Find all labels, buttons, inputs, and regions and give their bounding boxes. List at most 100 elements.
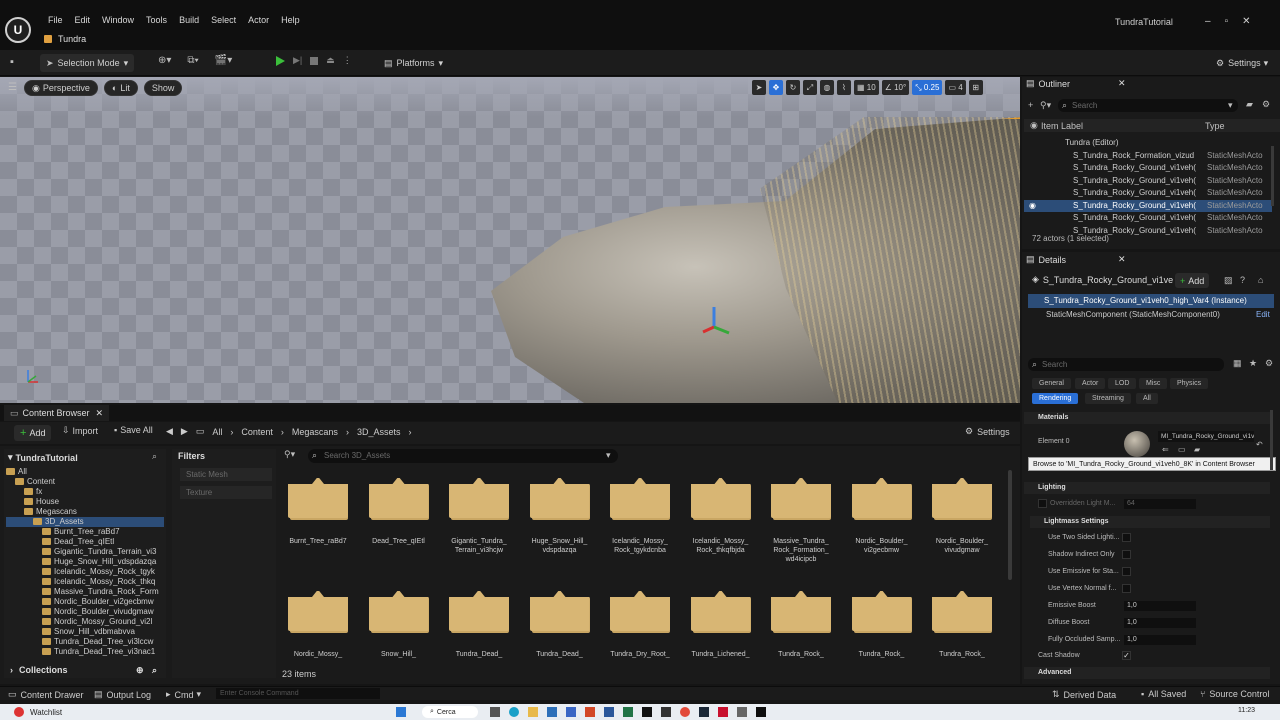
store-icon[interactable]	[566, 707, 576, 717]
lightmass-number-field[interactable]: 1,0	[1124, 601, 1196, 611]
filter-icon[interactable]: ⚲▾	[1040, 100, 1051, 111]
lightmass-number-field[interactable]: 1,0	[1124, 635, 1196, 645]
surface-snap-icon[interactable]: ⌇	[837, 80, 851, 95]
lock-icon[interactable]: ⌂	[1258, 275, 1263, 285]
platforms-dropdown[interactable]: ▤ Platforms ▾	[378, 54, 449, 72]
excel-icon[interactable]	[623, 707, 633, 717]
tree-item[interactable]: Nordic_Mossy_Ground_vi2l	[6, 617, 164, 627]
breadcrumb-all[interactable]: All	[212, 427, 222, 437]
lightmass-checkbox[interactable]	[1122, 533, 1131, 542]
tree-header[interactable]: ▾ TundraTutorial	[8, 452, 78, 463]
breadcrumb-content[interactable]: Content	[241, 427, 273, 437]
chevron-down-icon[interactable]: ▾	[1228, 100, 1233, 111]
tree-item[interactable]: Icelandic_Mossy_Rock_tgyk	[6, 567, 164, 577]
add-collection-icon[interactable]: ⊕	[136, 665, 144, 676]
output-log-button[interactable]: ▤ Output Log	[94, 689, 151, 700]
level-tab[interactable]: Tundra	[44, 34, 86, 44]
unreal-logo-icon[interactable]: U	[5, 17, 31, 43]
outliner-row[interactable]: S_Tundra_Rocky_Ground_vi1veh(StaticMeshA…	[1024, 187, 1272, 199]
folder-thumbnail[interactable]	[610, 476, 670, 520]
component-row[interactable]: StaticMeshComponent (StaticMeshComponent…	[1046, 310, 1220, 319]
edge-icon[interactable]	[509, 707, 519, 717]
tree-item[interactable]: Content	[6, 477, 164, 487]
select-tool-icon[interactable]: ➤	[752, 80, 766, 95]
folder-add-icon[interactable]: ▰	[1246, 99, 1253, 110]
camera-speed-button[interactable]: ▭ 4	[945, 80, 966, 95]
app-icon-2[interactable]	[661, 707, 671, 717]
folder-thumbnail[interactable]	[851, 589, 912, 633]
outliner-tab[interactable]: ▤ Outliner ✕	[1026, 78, 1126, 89]
tree-item[interactable]: All	[6, 467, 164, 477]
viewport-menu-icon[interactable]: ☰	[8, 82, 17, 93]
chrome-icon[interactable]	[680, 707, 690, 717]
rotate-tool-icon[interactable]: ↻	[786, 80, 800, 95]
cinematics-icon[interactable]: 🎬▾	[215, 55, 232, 66]
material-thumbnail[interactable]	[1124, 431, 1150, 457]
menu-window[interactable]: Window	[96, 15, 140, 25]
chevron-down-icon[interactable]: ▾	[606, 450, 611, 461]
menu-select[interactable]: Select	[205, 15, 242, 25]
close-icon[interactable]: ✕	[1242, 16, 1250, 27]
outliner-row[interactable]: S_Tundra_Rocky_Ground_vi1veh(StaticMeshA…	[1024, 162, 1272, 174]
grid-snap-button[interactable]: ▦ 10	[854, 80, 879, 95]
category-all[interactable]: All	[1136, 393, 1158, 404]
mail-icon[interactable]	[547, 707, 557, 717]
category-rendering[interactable]: Rendering	[1032, 393, 1079, 404]
details-tab[interactable]: ▤ Details ✕	[1026, 254, 1126, 265]
tree-item[interactable]: Dead_Tree_qIEtl	[6, 537, 164, 547]
lightmass-checkbox[interactable]	[1122, 550, 1131, 559]
tree-item[interactable]: Massive_Tundra_Rock_Form	[6, 587, 164, 597]
outliner-scrollbar[interactable]	[1271, 146, 1274, 206]
search-icon[interactable]: ⌕	[152, 451, 157, 462]
save-icon[interactable]: ▪	[10, 56, 14, 68]
show-button[interactable]: Show	[143, 80, 183, 96]
maximize-viewport-icon[interactable]: ⊞	[968, 80, 983, 95]
minimize-icon[interactable]: –	[1205, 16, 1211, 27]
collections-header[interactable]: › Collections ⊕ ⌕	[4, 662, 166, 678]
menu-actor[interactable]: Actor	[242, 15, 275, 25]
folder-thumbnail[interactable]	[771, 589, 831, 633]
tree-item[interactable]: Gigantic_Tundra_Terrain_vi3	[6, 547, 164, 557]
scale-snap-button[interactable]: ⤡ 0.25	[912, 80, 943, 95]
category-actor[interactable]: Actor	[1075, 378, 1106, 389]
tree-item[interactable]: Snow_Hill_vdbmabvva	[6, 627, 164, 637]
add-actor-icon[interactable]: ⊕▾	[158, 55, 171, 66]
filter-texture[interactable]: Texture	[180, 486, 272, 499]
rotation-snap-button[interactable]: ∠ 10°	[881, 80, 910, 95]
back-icon[interactable]: ◀	[166, 426, 173, 437]
outliner-search-input[interactable]: Search	[1058, 99, 1238, 112]
menu-tools[interactable]: Tools	[140, 15, 173, 25]
blueprint-icon[interactable]: ▨	[1224, 275, 1233, 286]
overridden-lightmap-checkbox[interactable]	[1038, 499, 1047, 508]
menu-build[interactable]: Build	[173, 15, 205, 25]
tree-item[interactable]: Tundra_Dead_Tree_vi3nac1	[6, 647, 164, 657]
unreal-taskbar-icon[interactable]	[756, 707, 766, 717]
search-icon[interactable]: ⌕	[152, 665, 157, 676]
lightmass-checkbox[interactable]	[1122, 567, 1131, 576]
more-options-icon[interactable]: ⋮	[343, 55, 352, 66]
tree-item[interactable]: Megascans	[6, 507, 164, 517]
folder-thumbnail[interactable]	[449, 476, 509, 520]
folder-thumbnail[interactable]	[771, 476, 831, 520]
tree-item[interactable]: House	[6, 497, 164, 507]
edit-link[interactable]: Edit	[1256, 310, 1270, 319]
reset-icon[interactable]: ↶	[1256, 440, 1263, 449]
steam-icon[interactable]	[699, 707, 709, 717]
asset-search-input[interactable]: Search 3D_Assets	[308, 449, 618, 463]
outliner-row[interactable]: S_Tundra_Rocky_Ground_vi1veh(StaticMeshA…	[1024, 212, 1272, 224]
move-tool-icon[interactable]: ✥	[769, 80, 783, 95]
tree-item[interactable]: 3D_Assets	[6, 517, 164, 527]
browse-icon[interactable]: ▭	[1178, 445, 1186, 454]
folder-thumbnail[interactable]	[368, 476, 429, 520]
folder-icon[interactable]: ▰	[1194, 445, 1200, 454]
word-icon[interactable]	[604, 707, 614, 717]
perspective-button[interactable]: ◉ Perspective	[24, 80, 98, 96]
tree-item[interactable]: Tundra_Dead_Tree_vi3lccw	[6, 637, 164, 647]
menu-help[interactable]: Help	[275, 15, 306, 25]
cmd-dropdown[interactable]: ▸ Cmd ▾	[166, 689, 201, 700]
category-general[interactable]: General	[1032, 378, 1071, 389]
console-input[interactable]: Enter Console Command	[216, 688, 380, 699]
folder-thumbnail[interactable]	[932, 476, 992, 520]
category-lod[interactable]: LOD	[1108, 378, 1137, 389]
folder-thumbnail[interactable]	[690, 476, 751, 520]
